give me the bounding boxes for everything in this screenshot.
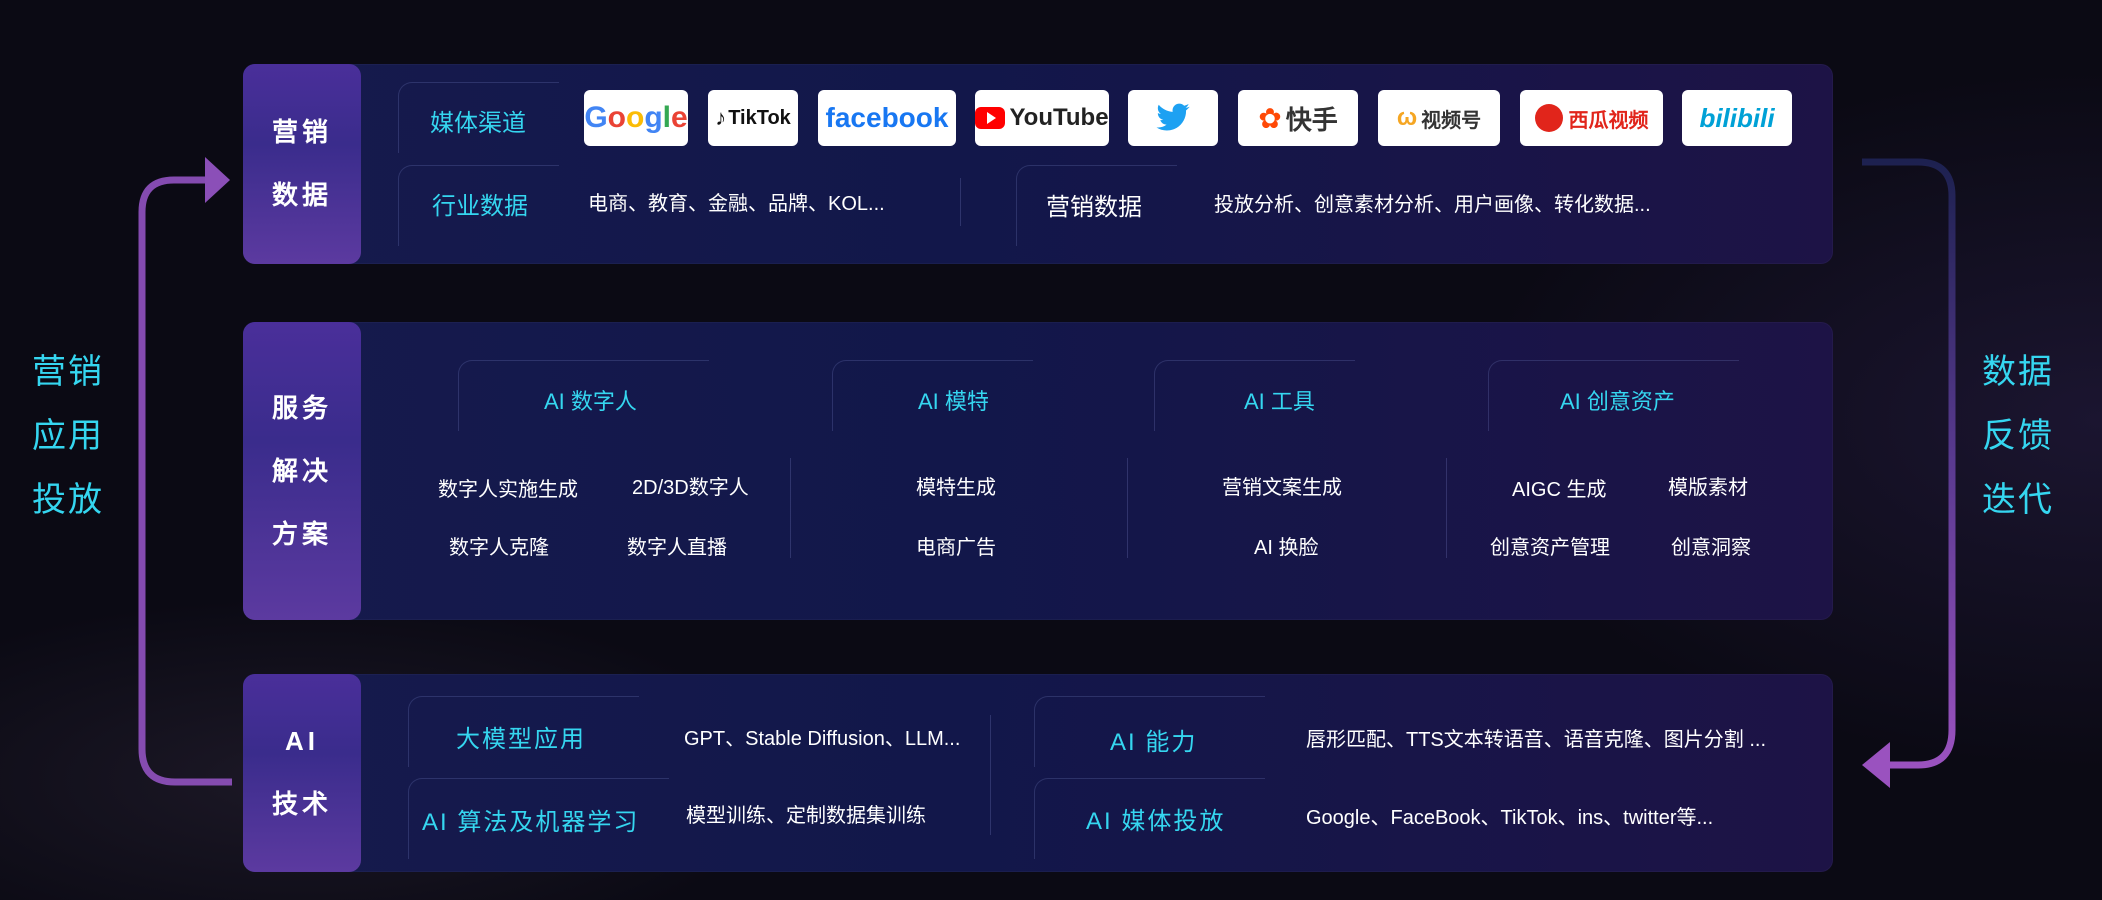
solution-item: AI 换脸 (1254, 537, 1319, 559)
left-loop-arrow (138, 176, 232, 786)
right-loop-line: 迭代 (1982, 481, 2054, 519)
xigua-text: 西瓜视频 (1568, 109, 1649, 132)
solution-item: 数字人实施生成 (438, 479, 578, 501)
left-loop-line: 投放 (32, 481, 104, 519)
row1-divider (960, 178, 961, 226)
marketing-data-side: 营销 数据 (243, 64, 361, 264)
left-loop-line: 营销 (32, 353, 104, 391)
industry-data-label: 行业数据 (432, 193, 528, 220)
ai-model-title: AI 模特 (918, 389, 989, 414)
right-loop-line: 反馈 (1982, 417, 2054, 455)
shipinhao-text: 视频号 (1421, 109, 1482, 132)
solution-item: 创意洞察 (1671, 537, 1751, 559)
solution-item: AIGC 生成 (1512, 479, 1607, 501)
side-label-line: 技术 (271, 789, 332, 819)
right-arrow-head (1862, 742, 1890, 788)
youtube-logo: YouTube (975, 90, 1109, 146)
side-label-line: 服务 (271, 392, 332, 423)
solution-item: 创意资产管理 (1490, 537, 1610, 559)
side-label-line: 营销 (271, 117, 332, 147)
ml-algorithm-text: 模型训练、定制数据集训练 (686, 805, 926, 827)
ai-ability-text: 唇形匹配、TTS文本转语音、语音克隆、图片分割 ... (1306, 729, 1766, 751)
left-loop-label: 营销 应用 投放 (32, 340, 104, 532)
solution-item: 营销文案生成 (1222, 477, 1342, 499)
kuaishou-logo: ✿ 快手 (1238, 90, 1358, 146)
marketing-data-text: 投放分析、创意素材分析、用户画像、转化数据... (1214, 194, 1651, 216)
marketing-data-label: 营销数据 (1046, 194, 1142, 221)
xigua-logo: 西瓜视频 (1520, 90, 1663, 146)
right-loop-arrow (1862, 158, 1956, 769)
ai-digital-human-title: AI 数字人 (544, 389, 637, 414)
ml-algorithm-label: AI 算法及机器学习 (422, 809, 640, 836)
row2-divider (1127, 458, 1128, 558)
google-logo: Google (584, 90, 688, 146)
llm-application-text: GPT、Stable Diffusion、LLM... (684, 728, 961, 750)
shipinhao-logo: ω 视频号 (1378, 90, 1500, 146)
ai-media-label: AI 媒体投放 (1086, 808, 1226, 835)
solution-item: 2D/3D数字人 (632, 477, 749, 499)
llm-application-label: 大模型应用 (456, 726, 586, 753)
right-loop-line: 数据 (1982, 353, 2054, 391)
bilibili-logo: bilibili (1682, 90, 1792, 146)
right-loop-label: 数据 反馈 迭代 (1982, 340, 2054, 532)
row2-divider (790, 458, 791, 558)
ai-media-text: Google、FaceBook、TikTok、ins、twitter等... (1306, 807, 1714, 829)
solution-item: 数字人克隆 (449, 537, 549, 559)
twitter-logo (1128, 90, 1218, 146)
ai-creative-assets-title: AI 创意资产 (1560, 389, 1675, 414)
side-label-line: 方案 (271, 518, 332, 549)
left-arrow-head (205, 157, 230, 203)
solution-item: 模特生成 (916, 477, 996, 499)
industry-data-text: 电商、教育、金融、品牌、KOL... (588, 193, 885, 215)
side-label-line: 解决 (271, 455, 332, 486)
service-solution-side: 服务 解决 方案 (243, 322, 361, 620)
row3-divider (990, 715, 991, 835)
solution-item: 数字人直播 (627, 537, 727, 559)
ai-tools-title: AI 工具 (1244, 389, 1315, 414)
solution-item: 模版素材 (1668, 477, 1748, 499)
solution-item: 电商广告 (916, 537, 996, 559)
tiktok-text: TikTok (728, 106, 791, 129)
kuaishou-text: 快手 (1285, 104, 1338, 135)
media-channel-label: 媒体渠道 (430, 110, 526, 137)
ai-tech-side: AI 技术 (243, 674, 361, 872)
youtube-text: YouTube (1009, 104, 1109, 131)
row2-divider (1446, 458, 1447, 558)
facebook-logo: facebook (818, 90, 956, 146)
side-label-line: 数据 (271, 180, 332, 210)
side-label-line: AI (285, 726, 319, 756)
left-loop-line: 应用 (32, 417, 104, 455)
tiktok-logo: ♪ TikTok (708, 90, 798, 146)
ai-ability-label: AI 能力 (1110, 729, 1198, 756)
